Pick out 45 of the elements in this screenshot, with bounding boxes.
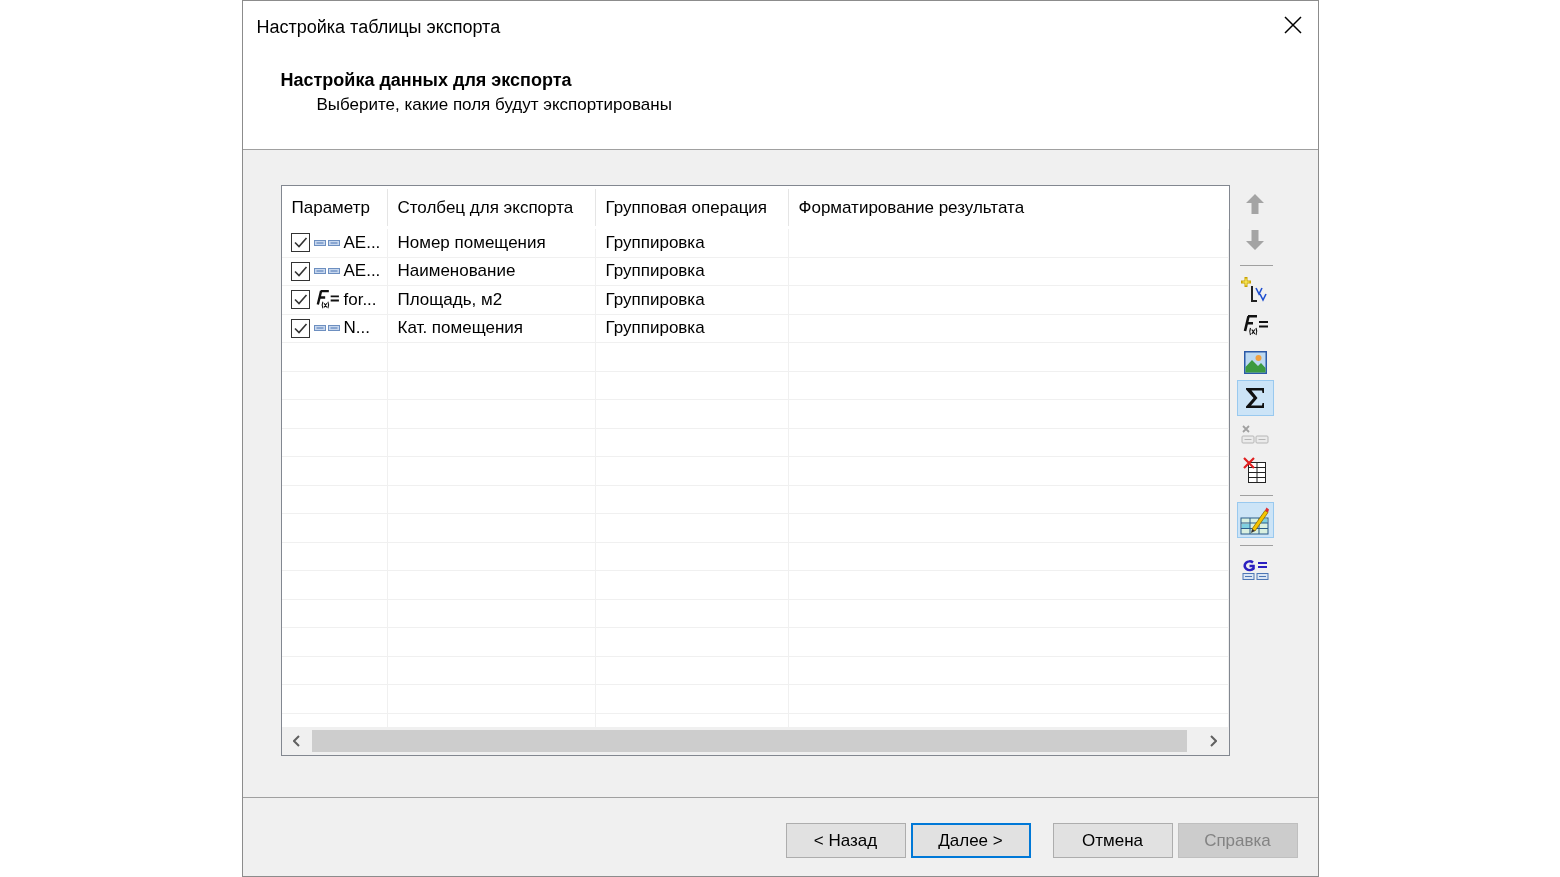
parameter-name: AE... <box>343 261 381 282</box>
table-cell: Группировка <box>595 286 789 314</box>
close-button[interactable] <box>1283 16 1302 34</box>
column-header[interactable]: Параметр <box>281 189 388 226</box>
chevron-left-icon[interactable] <box>293 735 300 747</box>
sigma-icon <box>1245 387 1265 409</box>
picture-icon <box>1243 350 1267 374</box>
checkbox[interactable] <box>290 261 310 281</box>
toolbar-button[interactable] <box>1236 380 1274 416</box>
function-icon <box>1241 314 1269 338</box>
dialog-button[interactable]: Отмена <box>1052 823 1173 858</box>
table-cell: Номер помещения <box>387 229 596 257</box>
parameter-name: N... <box>343 318 370 339</box>
bars-icon <box>313 267 340 276</box>
table-cell: Группировка <box>595 229 789 257</box>
table-cell: Наименование <box>387 257 596 285</box>
page-subheading: Выберите, какие поля будут экспортированы <box>316 94 672 116</box>
arrow-down-icon <box>1246 230 1264 250</box>
g-equals-icon <box>1241 559 1269 581</box>
column-header[interactable]: Групповая операция <box>595 189 789 226</box>
window-title: Настройка таблицы экспорта <box>256 16 501 39</box>
table-cell: Кат. помещения <box>387 314 596 342</box>
table-cell: Площадь, м2 <box>387 286 596 314</box>
checkbox[interactable] <box>290 318 310 338</box>
arrow-up-icon <box>1246 194 1264 214</box>
checkbox[interactable] <box>290 233 310 253</box>
plus-bracket-icon <box>1241 277 1269 303</box>
close-icon <box>1283 16 1302 34</box>
dialog-button[interactable]: < Назад <box>785 823 906 858</box>
chevron-right-icon[interactable] <box>1210 735 1217 747</box>
table-cell: Группировка <box>595 257 789 285</box>
checkbox[interactable] <box>290 290 310 310</box>
parameter-name: for... <box>343 289 377 310</box>
table-cell: Группировка <box>595 314 789 342</box>
column-header[interactable]: Форматирование результата <box>788 189 1229 226</box>
scrollbar-thumb[interactable] <box>311 730 1187 752</box>
bars-icon <box>313 238 340 247</box>
bars-icon <box>313 324 340 333</box>
cross-fields-icon <box>1241 424 1269 444</box>
default-button[interactable]: Далее > <box>910 823 1031 858</box>
pencil-table-icon <box>1240 505 1270 535</box>
cross-table-icon <box>1243 456 1267 484</box>
parameter-name: AE... <box>343 232 381 253</box>
page-heading: Настройка данных для экспорта <box>280 69 572 92</box>
column-header[interactable]: Столбец для экспорта <box>387 189 596 226</box>
